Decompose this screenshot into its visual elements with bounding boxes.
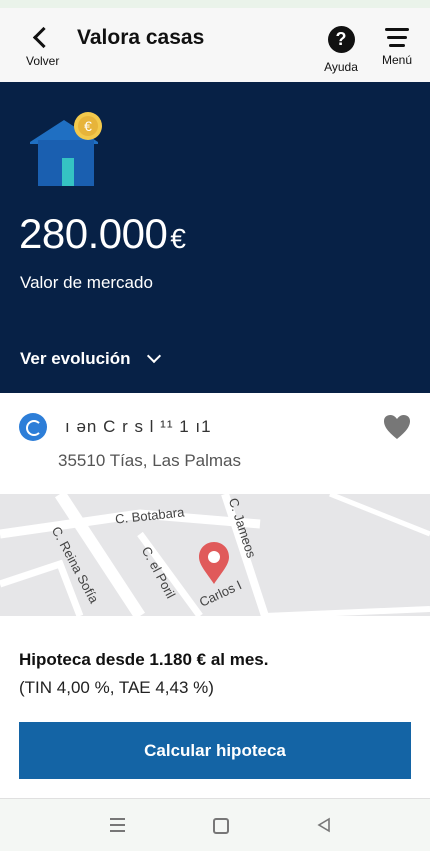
- status-bar: [0, 0, 430, 8]
- property-street: ı ən C r s l ¹¹ 1 ı1: [65, 417, 212, 436]
- home-icon[interactable]: [213, 818, 229, 834]
- heart-icon[interactable]: [383, 414, 411, 440]
- see-evolution-button[interactable]: Ver evolución: [20, 348, 161, 369]
- see-evolution-label: Ver evolución: [20, 349, 131, 368]
- location-map[interactable]: C. Reina Sofía C. Botabara C. el Poril C…: [0, 494, 430, 616]
- recent-apps-icon[interactable]: [110, 818, 125, 836]
- valuation-hero: € 280.000 € Valor de mercado Ver evolució…: [0, 82, 430, 393]
- back-label[interactable]: Volver: [26, 54, 59, 68]
- property-address-card: ı ən C r s l ¹¹ 1 ı1 35510 Tías, Las Pal…: [0, 393, 430, 494]
- back-button[interactable]: [22, 26, 66, 49]
- help-icon: ?: [327, 26, 355, 53]
- svg-text:€: €: [84, 118, 92, 134]
- property-city: 35510 Tías, Las Palmas: [58, 451, 242, 470]
- top-bar: Volver Valora casas ? Ayuda Menú: [0, 8, 430, 82]
- system-navigation-bar: [0, 798, 430, 851]
- house-coin-icon: €: [30, 112, 102, 186]
- page-title: Valora casas: [77, 26, 205, 49]
- help-label: Ayuda: [324, 60, 358, 74]
- market-value-label: Valor de mercado: [20, 273, 153, 292]
- hamburger-menu-icon: [376, 28, 418, 47]
- chevron-down-icon: [146, 348, 161, 364]
- bank-logo-icon: [19, 413, 47, 441]
- mortgage-headline: Hipoteca desde 1.180 € al mes.: [19, 650, 269, 669]
- mortgage-section: Hipoteca desde 1.180 € al mes. (TIN 4,00…: [0, 616, 430, 798]
- mortgage-rates: (TIN 4,00 %, TAE 4,43 %): [19, 678, 214, 697]
- market-price: 280.000 €: [19, 210, 186, 257]
- help-button[interactable]: ? Ayuda: [318, 26, 364, 74]
- menu-button[interactable]: Menú: [376, 28, 418, 67]
- map-pin-icon: [199, 542, 229, 584]
- calculate-mortgage-button[interactable]: Calcular hipoteca: [19, 722, 411, 779]
- back-triangle-icon[interactable]: [316, 817, 332, 833]
- menu-label: Menú: [381, 53, 413, 67]
- back-chevron-icon: [32, 26, 55, 49]
